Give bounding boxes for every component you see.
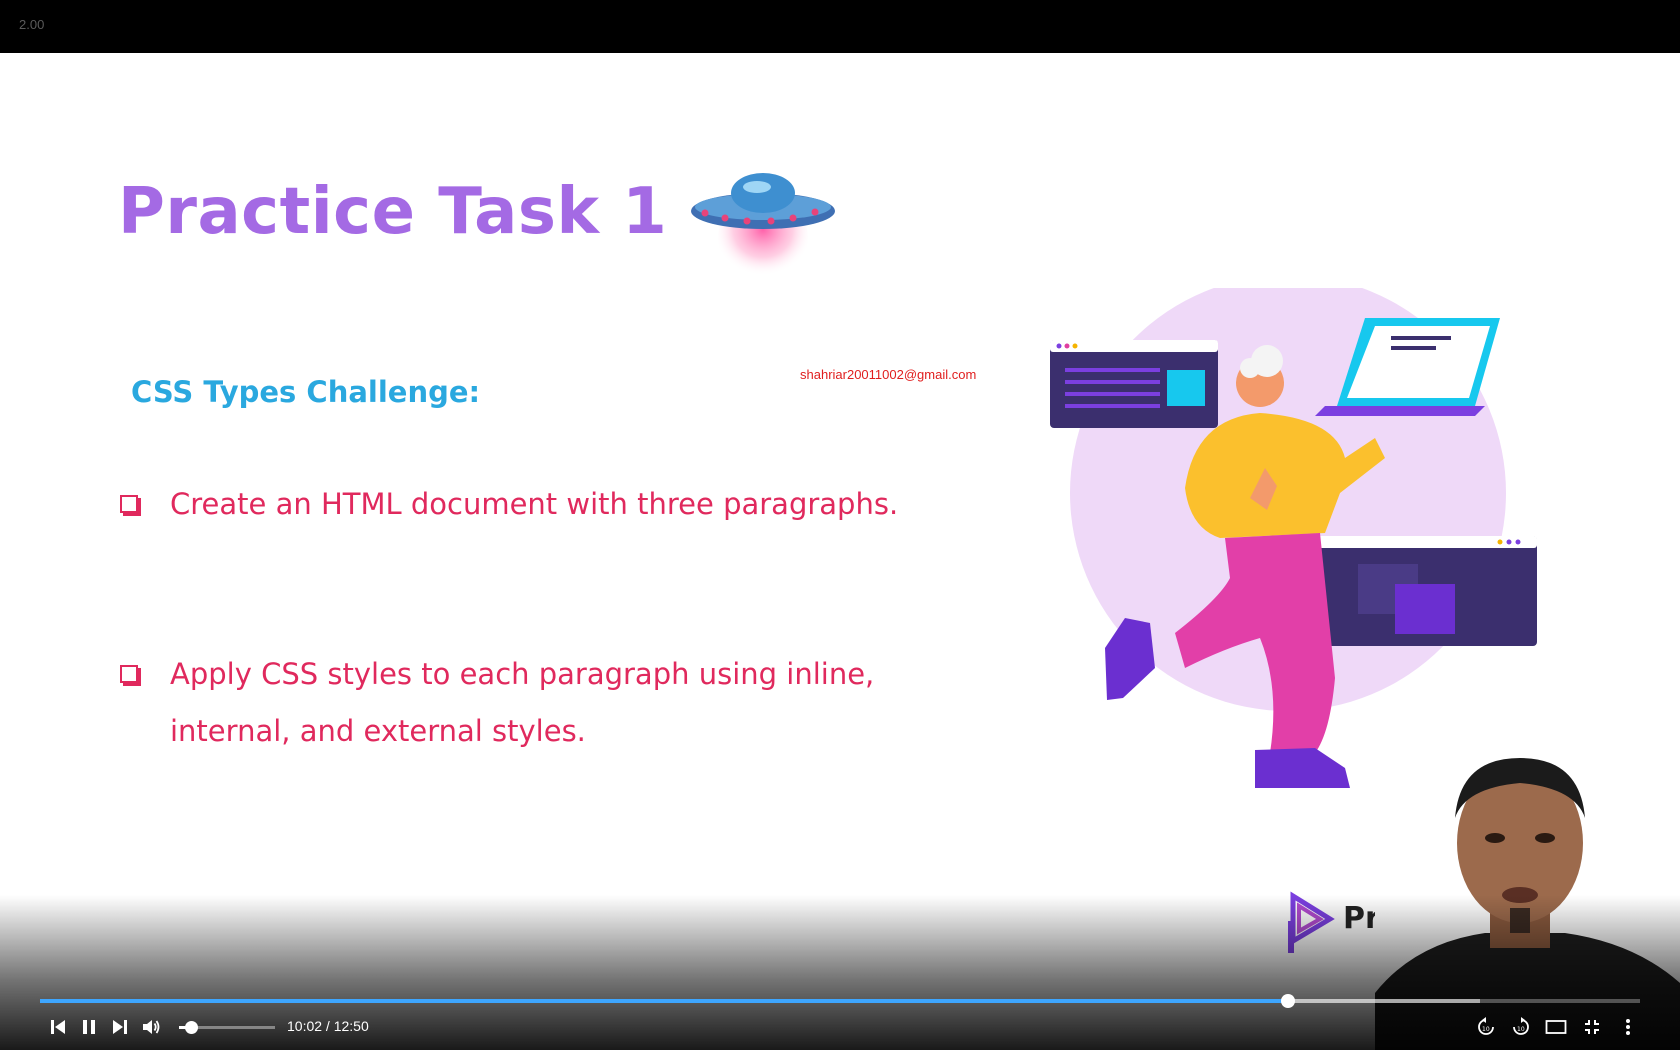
next-button[interactable] [108, 1015, 132, 1039]
time-display: 10:02 / 12:50 [287, 1018, 369, 1034]
rewind-10-icon: 10 [1478, 1017, 1494, 1035]
volume-icon [143, 1020, 160, 1034]
checkbox-bullet-icon [120, 665, 138, 683]
mute-button[interactable] [139, 1015, 163, 1039]
exit-fullscreen-button[interactable] [1580, 1015, 1604, 1039]
developer-illustration [1050, 288, 1537, 788]
video-frame[interactable]: Practice Task 1 CSS Types Challenge: sha… [0, 53, 1680, 1050]
time-separator: / [322, 1018, 334, 1034]
duration: 12:50 [333, 1018, 369, 1034]
more-options-button[interactable] [1616, 1015, 1640, 1039]
checkbox-bullet-icon [120, 495, 138, 513]
slide-title: Practice Task 1 [118, 175, 668, 249]
previous-button[interactable] [46, 1015, 70, 1039]
forward-10-button[interactable]: 10 [1509, 1015, 1533, 1039]
watermark-email: shahriar20011002@gmail.com [800, 367, 977, 382]
seek-bar[interactable] [40, 994, 1640, 1008]
next-icon [113, 1020, 127, 1034]
player-controls: 10:02 / 12:50 10 10 [0, 1005, 1680, 1050]
previous-icon [51, 1020, 65, 1034]
volume-slider[interactable] [179, 1021, 275, 1034]
current-time: 10:02 [287, 1018, 323, 1034]
ufo-icon [691, 173, 835, 280]
theater-mode-icon [1545, 1020, 1567, 1034]
svg-text:10: 10 [1482, 1026, 1490, 1033]
pause-icon [83, 1020, 95, 1034]
rewind-10-button[interactable]: 10 [1474, 1015, 1498, 1039]
exit-fullscreen-icon [1585, 1020, 1599, 1034]
playback-speed-label: 2.00 [19, 17, 45, 32]
slide-subtitle: CSS Types Challenge: [131, 375, 481, 409]
volume-thumb[interactable] [184, 1021, 198, 1034]
more-options-icon [1626, 1019, 1630, 1035]
pause-button[interactable] [77, 1015, 101, 1039]
task-text: Apply CSS styles to each paragraph using… [170, 657, 875, 748]
played-bar [40, 999, 1288, 1003]
task-text: Create an HTML document with three parag… [170, 487, 899, 521]
top-bar: 2.00 [0, 0, 1680, 53]
brand-logo-icon [1288, 891, 1335, 953]
svg-text:10: 10 [1517, 1026, 1525, 1033]
theater-mode-button[interactable] [1544, 1015, 1568, 1039]
forward-10-icon: 10 [1513, 1017, 1529, 1035]
